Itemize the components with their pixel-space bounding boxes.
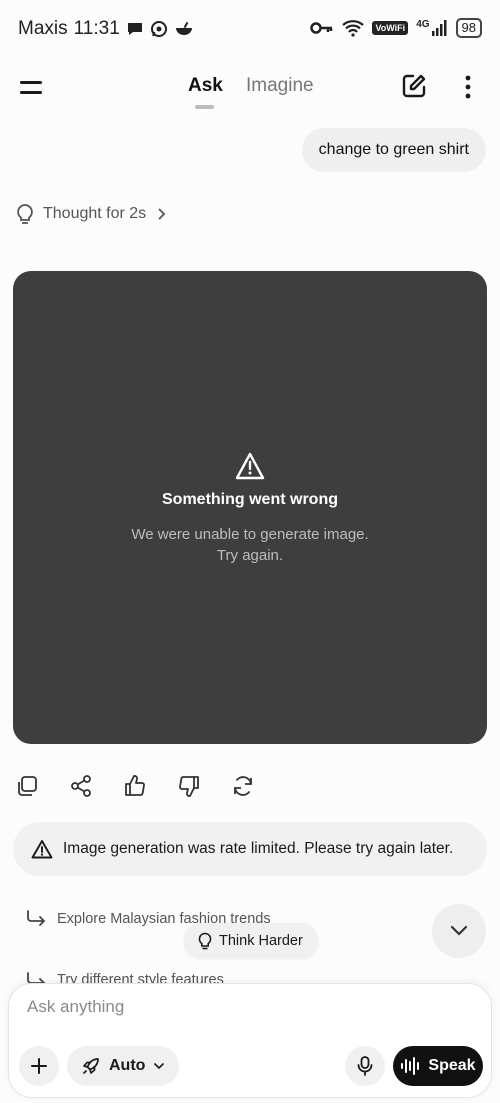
thumbs-down-icon xyxy=(179,776,199,797)
error-title: Something went wrong xyxy=(162,491,338,508)
error-message: We were unable to generate image. Try ag… xyxy=(13,524,487,566)
menu-icon-bar xyxy=(20,91,42,94)
regenerate-button[interactable] xyxy=(231,774,257,800)
battery-level: 98 xyxy=(461,20,476,35)
bowl-icon xyxy=(175,21,192,35)
error-message-line: Try again. xyxy=(216,547,284,564)
more-options-button[interactable] xyxy=(458,74,478,100)
tab-imagine[interactable]: Imagine xyxy=(246,75,314,97)
copy-icon xyxy=(18,776,37,796)
lightbulb-icon xyxy=(17,204,33,224)
warning-icon xyxy=(235,452,265,480)
menu-button[interactable] xyxy=(20,78,44,98)
new-chat-icon xyxy=(402,74,426,98)
more-vertical-icon xyxy=(465,75,471,99)
warning-icon xyxy=(31,840,53,859)
voice-waveform-icon xyxy=(401,1057,420,1075)
message-input[interactable] xyxy=(27,994,467,1020)
arrow-return-icon xyxy=(27,910,46,926)
think-harder-button[interactable]: Think Harder xyxy=(184,923,318,958)
image-result-card: Something went wrong We were unable to g… xyxy=(13,271,487,744)
rate-limit-notice: Image generation was rate limited. Pleas… xyxy=(13,822,487,876)
thought-toggle[interactable]: Thought for 2s xyxy=(15,203,168,225)
error-message-line: We were unable to generate image. xyxy=(131,526,369,543)
copy-button[interactable] xyxy=(15,774,41,800)
vowifi-badge: VoWiFi xyxy=(372,21,409,35)
user-message-bubble: change to green shirt xyxy=(301,128,486,172)
chevron-down-icon xyxy=(450,925,468,936)
whatsapp-icon xyxy=(150,21,167,37)
chevron-right-icon xyxy=(158,208,166,220)
think-harder-label: Think Harder xyxy=(219,932,303,949)
status-left: Maxis 11:31 xyxy=(18,18,194,40)
thumbs-up-icon xyxy=(125,775,145,796)
composer: Auto Speak xyxy=(8,983,492,1098)
battery-icon: 98 xyxy=(455,18,482,38)
speak-button[interactable]: Speak xyxy=(393,1046,483,1086)
key-icon xyxy=(310,22,333,34)
plus-icon xyxy=(31,1058,47,1074)
menu-icon-bar xyxy=(20,81,42,84)
status-right: VoWiFi 4G 98 xyxy=(310,18,482,38)
new-chat-button[interactable] xyxy=(401,73,427,99)
active-tab-indicator xyxy=(195,105,214,109)
clock: 11:31 xyxy=(73,18,120,39)
tab-ask[interactable]: Ask xyxy=(188,75,223,97)
like-button[interactable] xyxy=(123,774,149,800)
carrier-label: Maxis xyxy=(18,18,68,39)
network-type: 4G xyxy=(416,18,430,30)
status-bar: Maxis 11:31 VoWiFi 4G 98 xyxy=(0,0,500,60)
regenerate-icon xyxy=(234,776,252,796)
share-button[interactable] xyxy=(69,774,95,800)
wifi-icon xyxy=(342,20,365,37)
signal-icon xyxy=(431,20,447,36)
chevron-down-icon xyxy=(154,1062,165,1070)
thought-label: Thought for 2s xyxy=(43,205,147,222)
dislike-button[interactable] xyxy=(177,774,203,800)
rocket-icon xyxy=(83,1058,99,1074)
share-icon xyxy=(71,775,91,797)
attach-button[interactable] xyxy=(19,1046,59,1086)
microphone-button[interactable] xyxy=(345,1046,385,1086)
chat-bubble-icon xyxy=(127,23,142,35)
scroll-down-button[interactable] xyxy=(432,904,486,958)
speak-label: Speak xyxy=(428,1057,476,1074)
microphone-icon xyxy=(357,1056,373,1076)
mode-label: Auto xyxy=(109,1057,146,1074)
mode-selector[interactable]: Auto xyxy=(67,1046,180,1086)
lightbulb-icon xyxy=(198,932,212,949)
notice-text: Image generation was rate limited. Pleas… xyxy=(63,840,454,857)
